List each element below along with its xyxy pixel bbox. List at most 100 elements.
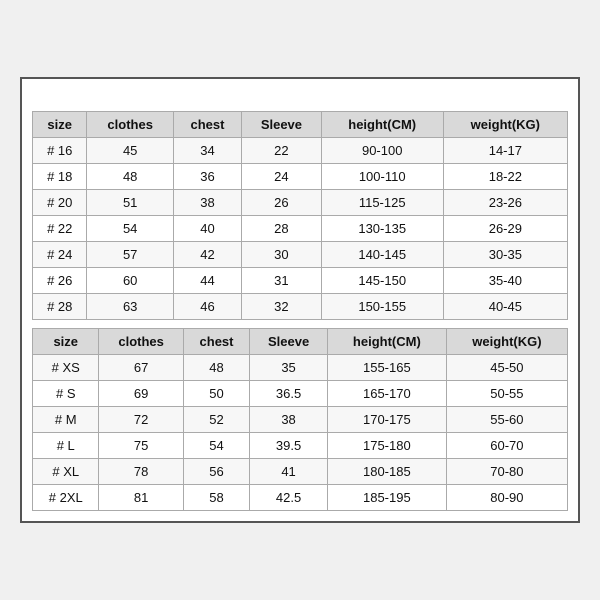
- column-header: weight(KG): [446, 329, 567, 355]
- table-cell: 30: [242, 242, 322, 268]
- table-cell: 70-80: [446, 459, 567, 485]
- table-cell: 22: [242, 138, 322, 164]
- table-row: # 22544028130-13526-29: [33, 216, 568, 242]
- table-cell: 38: [173, 190, 241, 216]
- table-cell: # 2XL: [33, 485, 99, 511]
- column-header: height(CM): [321, 112, 443, 138]
- table-cell: 44: [173, 268, 241, 294]
- table-cell: 50-55: [446, 381, 567, 407]
- table-cell: 42.5: [250, 485, 328, 511]
- table1-header-row: sizeclotheschestSleeveheight(CM)weight(K…: [33, 112, 568, 138]
- table-cell: 38: [250, 407, 328, 433]
- table-cell: 60: [87, 268, 173, 294]
- table-cell: 35-40: [443, 268, 567, 294]
- table-cell: 46: [173, 294, 241, 320]
- size-table-2: sizeclotheschestSleeveheight(CM)weight(K…: [32, 328, 568, 511]
- table-cell: 23-26: [443, 190, 567, 216]
- table-cell: 100-110: [321, 164, 443, 190]
- table-cell: 115-125: [321, 190, 443, 216]
- table-cell: # 24: [33, 242, 87, 268]
- table-cell: 165-170: [327, 381, 446, 407]
- table-cell: 50: [183, 381, 249, 407]
- table-cell: 24: [242, 164, 322, 190]
- table-cell: # 16: [33, 138, 87, 164]
- table-row: # L755439.5175-18060-70: [33, 433, 568, 459]
- table-cell: 26: [242, 190, 322, 216]
- column-header: height(CM): [327, 329, 446, 355]
- table-row: # 2XL815842.5185-19580-90: [33, 485, 568, 511]
- chart-container: sizeclotheschestSleeveheight(CM)weight(K…: [20, 77, 580, 523]
- table-cell: 56: [183, 459, 249, 485]
- column-header: clothes: [99, 329, 183, 355]
- table-row: # 24574230140-14530-35: [33, 242, 568, 268]
- table-cell: 45: [87, 138, 173, 164]
- table-row: # 26604431145-15035-40: [33, 268, 568, 294]
- table-cell: 34: [173, 138, 241, 164]
- table-cell: 36: [173, 164, 241, 190]
- table-cell: 175-180: [327, 433, 446, 459]
- table-cell: 150-155: [321, 294, 443, 320]
- table-cell: # M: [33, 407, 99, 433]
- table-cell: 32: [242, 294, 322, 320]
- size-table-1: sizeclotheschestSleeveheight(CM)weight(K…: [32, 111, 568, 320]
- table-cell: 55-60: [446, 407, 567, 433]
- table-cell: # 20: [33, 190, 87, 216]
- column-header: Sleeve: [250, 329, 328, 355]
- table-cell: 42: [173, 242, 241, 268]
- table-cell: 60-70: [446, 433, 567, 459]
- column-header: size: [33, 329, 99, 355]
- column-header: chest: [173, 112, 241, 138]
- table-cell: # XL: [33, 459, 99, 485]
- table-cell: 28: [242, 216, 322, 242]
- table-row: # XL785641180-18570-80: [33, 459, 568, 485]
- table-cell: # 22: [33, 216, 87, 242]
- table-cell: 40: [173, 216, 241, 242]
- table-cell: 54: [87, 216, 173, 242]
- table-cell: # 26: [33, 268, 87, 294]
- table-row: # 18483624100-11018-22: [33, 164, 568, 190]
- table-cell: 26-29: [443, 216, 567, 242]
- table-cell: 58: [183, 485, 249, 511]
- table-cell: 41: [250, 459, 328, 485]
- table-cell: 35: [250, 355, 328, 381]
- column-header: chest: [183, 329, 249, 355]
- table-cell: 57: [87, 242, 173, 268]
- table-cell: # 18: [33, 164, 87, 190]
- table-cell: 36.5: [250, 381, 328, 407]
- table-cell: # XS: [33, 355, 99, 381]
- table-cell: 90-100: [321, 138, 443, 164]
- table-cell: 75: [99, 433, 183, 459]
- table-cell: 69: [99, 381, 183, 407]
- table-cell: 72: [99, 407, 183, 433]
- table-cell: 81: [99, 485, 183, 511]
- table-cell: 80-90: [446, 485, 567, 511]
- table-cell: 39.5: [250, 433, 328, 459]
- table-cell: 140-145: [321, 242, 443, 268]
- table-cell: 170-175: [327, 407, 446, 433]
- table-cell: 185-195: [327, 485, 446, 511]
- table-cell: 40-45: [443, 294, 567, 320]
- column-header: size: [33, 112, 87, 138]
- column-header: Sleeve: [242, 112, 322, 138]
- table-cell: # L: [33, 433, 99, 459]
- table-row: # 20513826115-12523-26: [33, 190, 568, 216]
- table-cell: # S: [33, 381, 99, 407]
- table-cell: # 28: [33, 294, 87, 320]
- table2-header-row: sizeclotheschestSleeveheight(CM)weight(K…: [33, 329, 568, 355]
- table-row: # 1645342290-10014-17: [33, 138, 568, 164]
- table-row: # M725238170-17555-60: [33, 407, 568, 433]
- table-cell: 48: [87, 164, 173, 190]
- table-cell: 63: [87, 294, 173, 320]
- table-cell: 31: [242, 268, 322, 294]
- table-row: # 28634632150-15540-45: [33, 294, 568, 320]
- table-cell: 145-150: [321, 268, 443, 294]
- table-cell: 30-35: [443, 242, 567, 268]
- table-cell: 48: [183, 355, 249, 381]
- table-cell: 67: [99, 355, 183, 381]
- table-cell: 14-17: [443, 138, 567, 164]
- table-cell: 18-22: [443, 164, 567, 190]
- table-cell: 130-135: [321, 216, 443, 242]
- table-cell: 78: [99, 459, 183, 485]
- table-cell: 180-185: [327, 459, 446, 485]
- table-row: # XS674835155-16545-50: [33, 355, 568, 381]
